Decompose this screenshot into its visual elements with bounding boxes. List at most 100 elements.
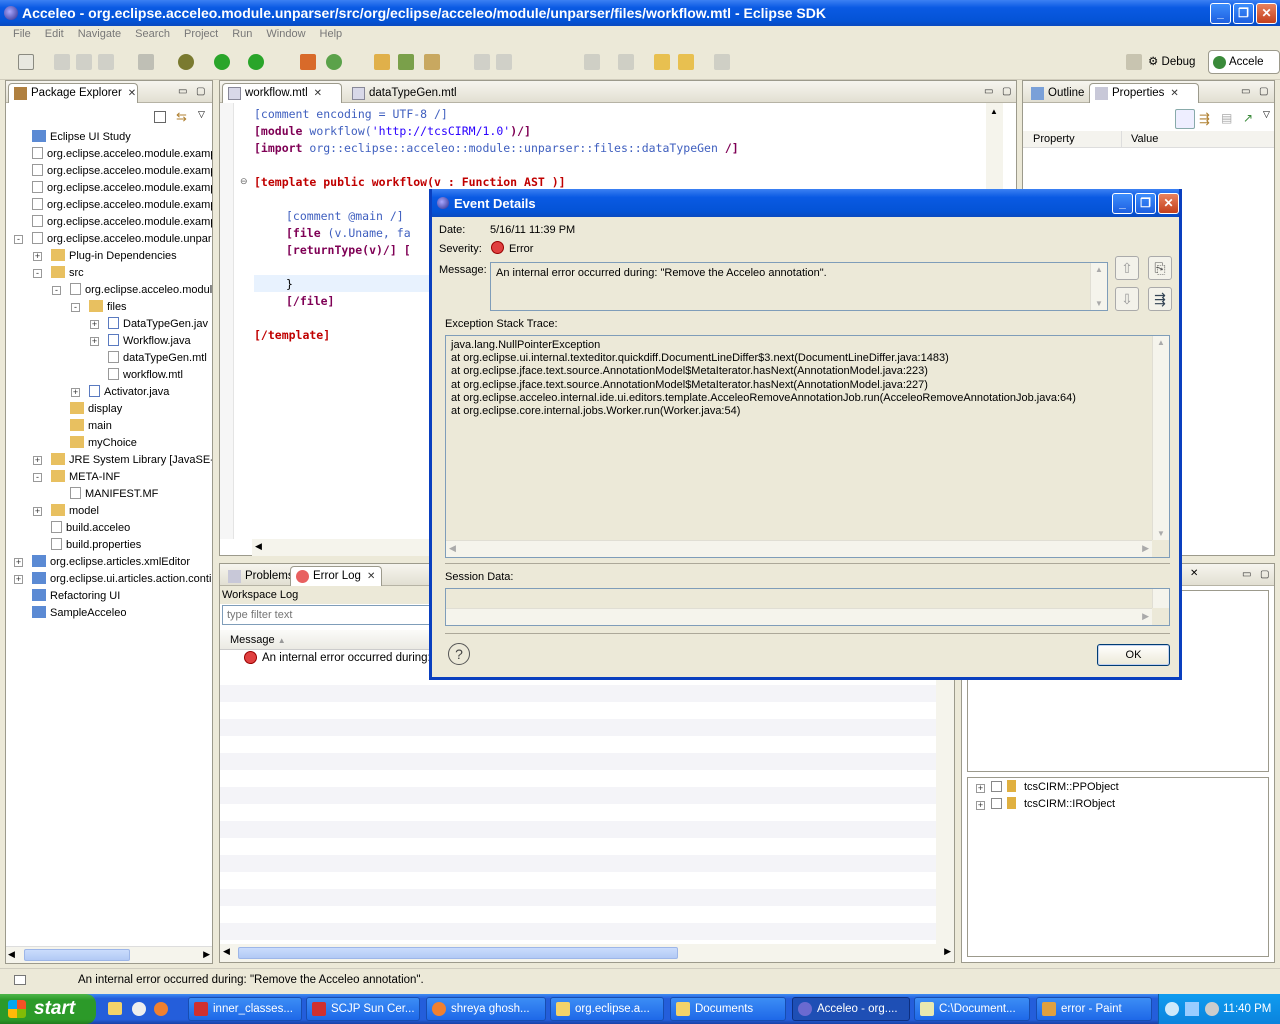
minimize-icon[interactable]: ▭ [178,86,187,97]
link-with-editor-icon[interactable]: ⇆ [176,109,187,125]
debug-icon[interactable] [178,54,194,70]
open-perspective-icon[interactable] [1126,54,1142,70]
code-line-6[interactable]: [file (v.Uname, fa [286,225,411,242]
tab-package-explorer[interactable]: Package Explorer ✕ [8,83,138,103]
network-icon[interactable] [1185,1002,1199,1016]
code-line-10[interactable]: [/template] [254,327,330,344]
close-icon[interactable]: ✕ [314,88,322,99]
next-event-button[interactable]: ⇩ [1115,287,1139,311]
fast-view-icon[interactable] [14,975,26,985]
firefox-quicklaunch-icon[interactable] [154,1002,168,1016]
tree-item[interactable]: - files [71,299,127,316]
dialog-minimize-button[interactable]: _ [1112,193,1133,214]
copy-button[interactable]: ⎘ [1148,256,1172,280]
tab-error-log[interactable]: Error Log ✕ [290,566,382,586]
view-menu-icon[interactable]: ▽ [1263,109,1270,120]
previous-annotation-icon[interactable] [618,54,634,70]
session-data-field[interactable]: ▶ [445,588,1170,626]
maximize-button[interactable]: ❐ [1233,3,1254,24]
print-icon[interactable] [98,54,114,70]
collapse-icon[interactable]: - [14,235,23,244]
maximize-icon[interactable]: ▢ [196,86,205,97]
last-edit-icon[interactable] [654,54,670,70]
back-icon[interactable] [678,54,694,70]
message-field[interactable]: An internal error occurred during: "Remo… [490,262,1108,311]
tree-item[interactable]: org.eclipse.acceleo.module.examp [32,180,212,197]
open-resource-icon[interactable] [398,54,414,70]
dialog-maximize-button[interactable]: ❐ [1135,193,1156,214]
dialog-close-button[interactable]: ✕ [1158,193,1179,214]
menu-run[interactable]: Run [225,26,259,44]
tray-arrow-icon[interactable] [1165,1002,1179,1016]
scroll-left-icon[interactable]: ◀ [8,949,15,960]
code-line-3[interactable]: [import org::eclipse::acceleo::module::u… [254,140,739,157]
session-vertical-scrollbar[interactable] [1152,589,1169,608]
start-button[interactable]: start [0,994,96,1024]
tab-workflow-mtl[interactable]: workflow.mtl ✕ [222,83,342,103]
run-external-icon[interactable] [248,54,264,70]
scroll-left-icon[interactable]: ◀ [223,946,230,957]
tree-item[interactable]: + org.eclipse.articles.xmlEditor [14,554,190,571]
minimize-icon[interactable]: ▭ [1242,569,1251,580]
tree-item[interactable]: myChoice [70,435,137,452]
toggle-mark-icon[interactable] [474,54,490,70]
menu-edit[interactable]: Edit [38,26,71,44]
tree-item[interactable]: - src [33,265,84,282]
tree-item[interactable]: workflow.mtl [108,367,183,384]
menu-navigate[interactable]: Navigate [71,26,128,44]
session-horizontal-scrollbar[interactable]: ▶ [446,608,1152,625]
explorer-quicklaunch-icon[interactable] [108,1002,122,1015]
expand-icon[interactable]: + [33,456,42,465]
col-property[interactable]: Property [1033,133,1075,145]
save-icon[interactable] [54,54,70,70]
maximize-icon[interactable]: ▢ [1260,569,1269,580]
scroll-left-icon[interactable]: ◀ [255,541,262,552]
tree-item[interactable]: - META-INF [33,469,120,486]
minimize-icon[interactable]: ▭ [1241,86,1250,97]
scroll-thumb[interactable] [24,949,130,961]
tree-item[interactable]: MANIFEST.MF [70,486,158,503]
maximize-icon[interactable]: ▢ [1259,86,1268,97]
close-icon[interactable]: ✕ [1170,88,1178,99]
expand-icon[interactable]: + [14,558,23,567]
taskbar-item-2[interactable]: SCJP Sun Cer... [306,997,420,1021]
fold-icon[interactable]: ⊖ [240,176,248,187]
tree-item[interactable]: - org.eclipse.acceleo.module.unpar [14,231,212,248]
tree-item[interactable]: org.eclipse.acceleo.module.examp [32,214,212,231]
collapse-icon[interactable]: - [71,303,80,312]
perspective-acceleo[interactable]: Accele [1208,50,1280,74]
tree-item-irobject[interactable]: + tcsCIRM::IRObject [976,796,1115,813]
taskbar-item-8[interactable]: error - Paint [1036,997,1152,1021]
tree-item[interactable]: display [70,401,122,418]
tab-problems[interactable]: Problems [222,566,294,586]
tree-item[interactable]: + Plug-in Dependencies [33,248,177,265]
next-annotation-icon[interactable] [584,54,600,70]
code-line-7[interactable]: [returnType(v)/] [ [286,242,411,259]
trace-vertical-scrollbar[interactable]: ▲ ▼ [1152,336,1169,540]
tree-item[interactable]: main [70,418,112,435]
minimize-icon[interactable]: ▭ [984,86,993,97]
menu-search[interactable]: Search [128,26,177,44]
taskbar-item-6[interactable]: Acceleo - org.... [792,997,910,1021]
show-whitespace-icon[interactable] [138,54,154,70]
code-line-8[interactable]: } [286,276,293,293]
taskbar-item-1[interactable]: inner_classes... [188,997,302,1021]
expand-icon[interactable]: + [14,575,23,584]
col-message[interactable]: Message ▲ [230,634,286,646]
forward-icon[interactable] [714,54,730,70]
code-line-9[interactable]: [/file] [286,293,334,310]
menu-project[interactable]: Project [177,26,225,44]
collapse-icon[interactable]: - [52,286,61,295]
code-line-1[interactable]: [comment encoding = UTF-8 /] [254,106,448,123]
message-scrollbar[interactable]: ▲ ▼ [1090,263,1107,310]
tree-item-ppobject[interactable]: + tcsCIRM::PPObject [976,779,1119,796]
close-icon[interactable]: ✕ [128,88,136,99]
expand-icon[interactable]: + [33,507,42,516]
clock[interactable]: 11:40 PM [1223,994,1271,1024]
pin-icon[interactable]: ↗ [1243,111,1253,125]
advanced-icon[interactable]: ▤ [1221,111,1232,125]
previous-event-button[interactable]: ⇧ [1115,256,1139,280]
tree-item[interactable]: + DataTypeGen.jav [90,316,208,333]
refresh-icon[interactable] [326,54,342,70]
close-icon[interactable]: ✕ [1190,568,1198,579]
